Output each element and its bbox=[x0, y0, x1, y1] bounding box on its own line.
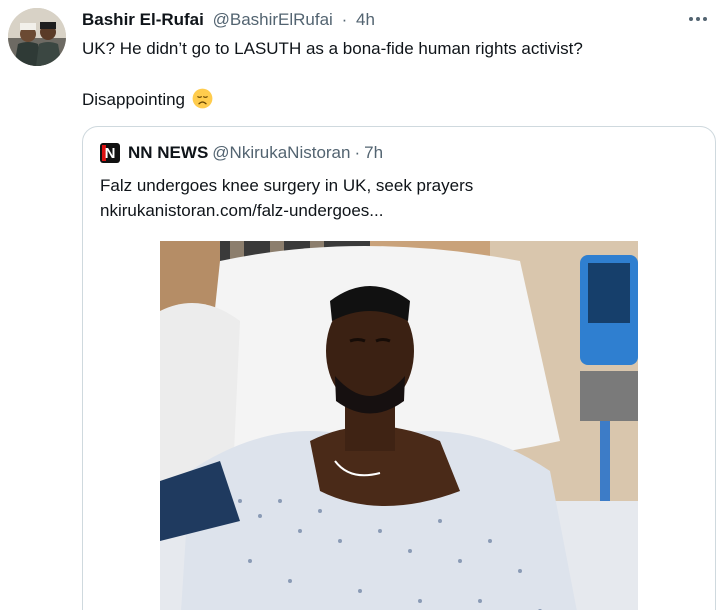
tweet-text: UK? He didn’t go to LASUTH as a bona-fid… bbox=[82, 38, 702, 111]
more-dot-icon bbox=[696, 17, 700, 21]
tweet: Bashir El-Rufai @BashirElRufai · 4h UK? … bbox=[0, 0, 721, 610]
quoted-text: Falz undergoes knee surgery in UK, seek … bbox=[100, 173, 700, 223]
avatar-photo-icon bbox=[8, 8, 66, 66]
author-handle[interactable]: @BashirElRufai bbox=[213, 10, 333, 29]
more-dot-icon bbox=[703, 17, 707, 21]
quoted-link[interactable]: nkirukanistoran.com/falz-undergoes... bbox=[100, 198, 700, 223]
tweet-header: Bashir El-Rufai @BashirElRufai · 4h bbox=[82, 10, 375, 30]
quoted-photo[interactable] bbox=[160, 241, 638, 610]
separator: · bbox=[354, 143, 361, 162]
author-name[interactable]: Bashir El-Rufai bbox=[82, 10, 204, 29]
nn-news-logo-icon: N bbox=[100, 143, 120, 163]
quoted-text-line: Falz undergoes knee surgery in UK, seek … bbox=[100, 176, 474, 195]
logo-letter: N bbox=[104, 144, 116, 162]
tweet-text-line: UK? He didn’t go to LASUTH as a bona-fid… bbox=[82, 39, 583, 58]
quoted-header: N NN NEWS @NkirukaNistoran · 7h bbox=[100, 143, 383, 163]
separator: · bbox=[341, 10, 348, 29]
tweet-text-word: Disappointing bbox=[82, 90, 186, 109]
quoted-time[interactable]: 7h bbox=[364, 143, 383, 163]
more-options-button[interactable] bbox=[683, 6, 713, 32]
tweet-text-line: Disappointing bbox=[82, 88, 702, 111]
disappointed-face-emoji-icon bbox=[192, 88, 213, 109]
tweet-time[interactable]: 4h bbox=[356, 10, 375, 29]
quoted-author-name[interactable]: NN NEWS bbox=[128, 143, 208, 163]
quoted-tweet[interactable]: N NN NEWS @NkirukaNistoran · 7h Falz und… bbox=[82, 126, 716, 610]
quoted-author-handle[interactable]: @NkirukaNistoran bbox=[212, 143, 350, 163]
hospital-photo-icon bbox=[160, 241, 638, 610]
avatar[interactable] bbox=[8, 8, 66, 66]
more-dot-icon bbox=[689, 17, 693, 21]
